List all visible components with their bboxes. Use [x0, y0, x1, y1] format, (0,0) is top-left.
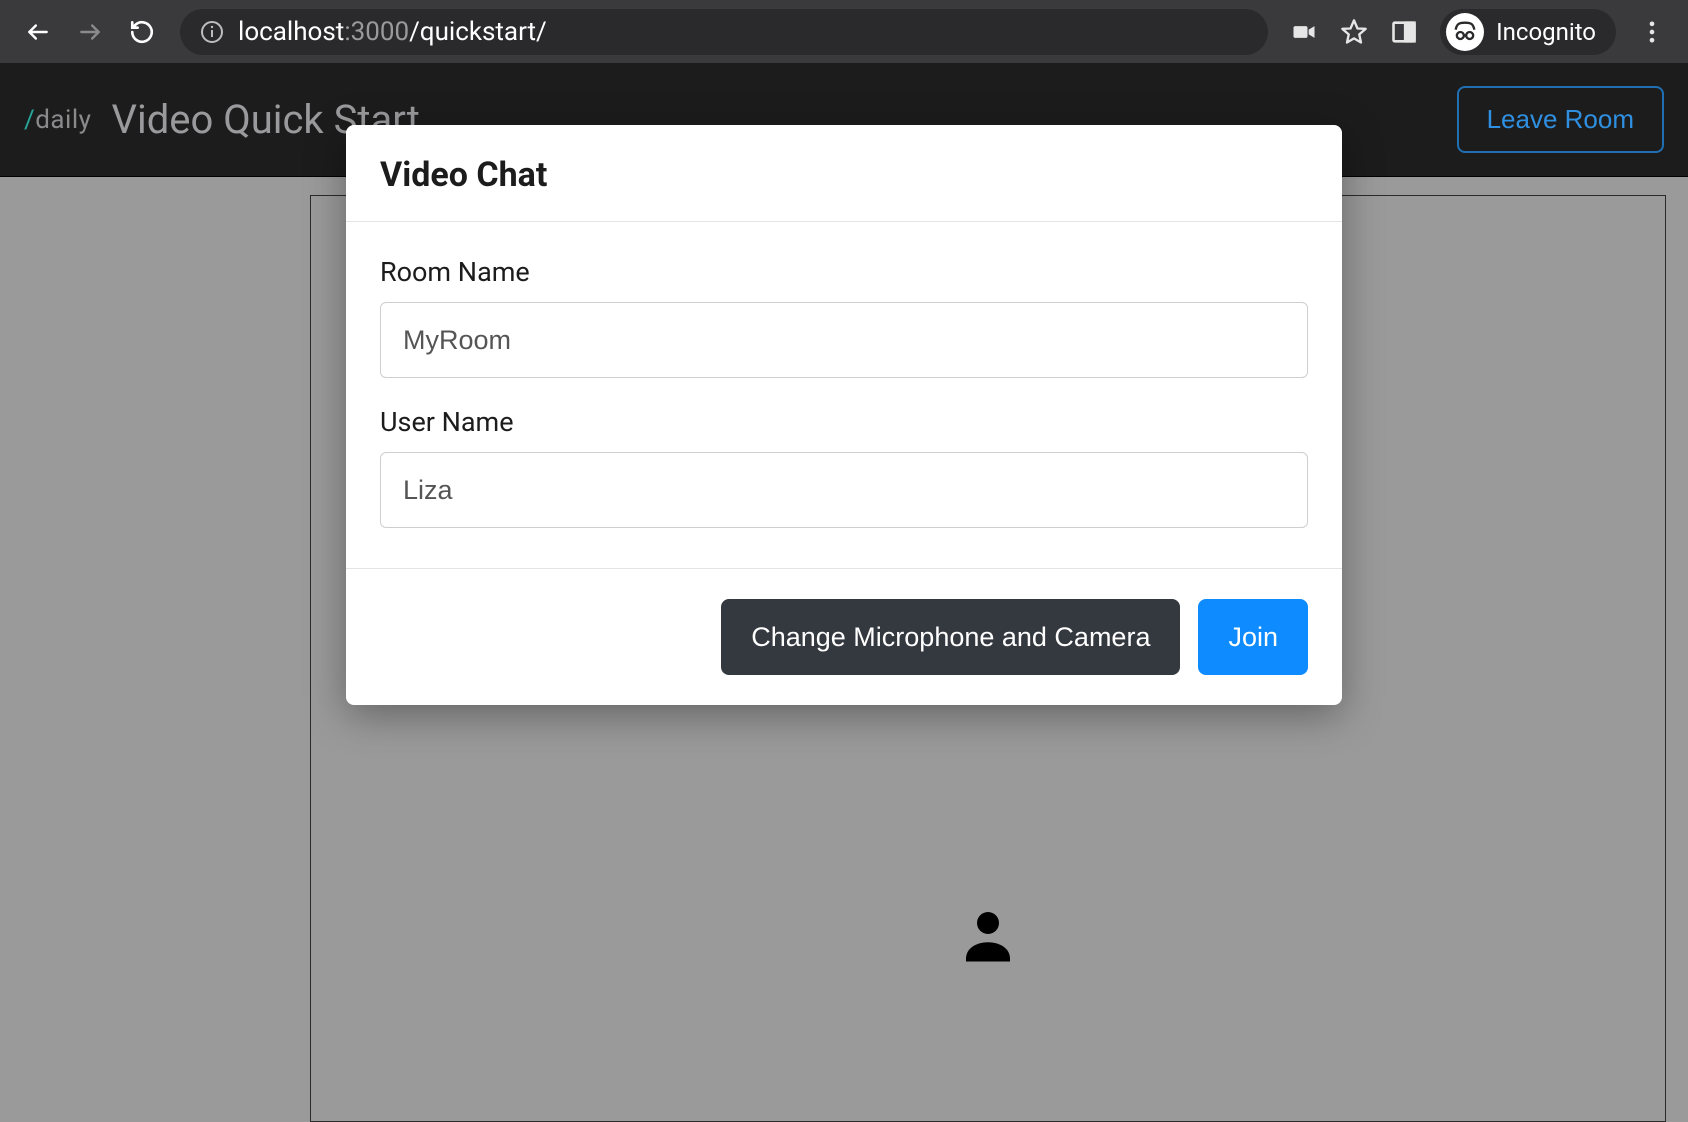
leave-room-button[interactable]: Leave Room — [1457, 86, 1664, 153]
room-name-field: Room Name — [380, 256, 1308, 378]
toolbar-right: Incognito — [1282, 9, 1674, 55]
video-chat-modal: Video Chat Room Name User Name Change Mi… — [346, 125, 1342, 705]
reload-button[interactable] — [118, 8, 166, 56]
incognito-label: Incognito — [1496, 18, 1596, 46]
modal-title: Video Chat — [380, 155, 1308, 195]
incognito-icon — [1446, 13, 1484, 51]
user-name-field: User Name — [380, 406, 1308, 528]
kebab-menu-icon[interactable] — [1638, 18, 1666, 46]
room-name-input[interactable] — [380, 302, 1308, 378]
modal-header: Video Chat — [346, 125, 1342, 222]
room-name-label: Room Name — [380, 256, 1308, 288]
forward-button[interactable] — [66, 8, 114, 56]
logo-text: daily — [35, 105, 91, 135]
user-name-label: User Name — [380, 406, 1308, 438]
modal-footer: Change Microphone and Camera Join — [346, 569, 1342, 705]
user-name-input[interactable] — [380, 452, 1308, 528]
modal-backdrop: Video Chat Room Name User Name Change Mi… — [0, 177, 1688, 1122]
panel-icon[interactable] — [1390, 18, 1418, 46]
logo-slash-icon: / — [24, 105, 35, 135]
camera-indicator-icon[interactable] — [1290, 18, 1318, 46]
change-devices-button[interactable]: Change Microphone and Camera — [721, 599, 1180, 675]
address-bar[interactable]: localhost:3000/quickstart/ — [180, 9, 1268, 55]
modal-body: Room Name User Name — [346, 222, 1342, 569]
bookmark-star-icon[interactable] — [1340, 18, 1368, 46]
browser-toolbar: localhost:3000/quickstart/ Incognito — [0, 0, 1688, 63]
url-host: localhost — [238, 17, 344, 47]
url-text: localhost:3000/quickstart/ — [238, 17, 547, 47]
site-info-icon[interactable] — [200, 20, 224, 44]
join-button[interactable]: Join — [1198, 599, 1308, 675]
app-logo: /daily — [24, 105, 92, 135]
url-path: /quickstart/ — [409, 17, 547, 47]
incognito-indicator[interactable]: Incognito — [1440, 9, 1616, 55]
url-port: :3000 — [344, 17, 409, 47]
page-body: Video Chat Room Name User Name Change Mi… — [0, 177, 1688, 1122]
back-button[interactable] — [14, 8, 62, 56]
